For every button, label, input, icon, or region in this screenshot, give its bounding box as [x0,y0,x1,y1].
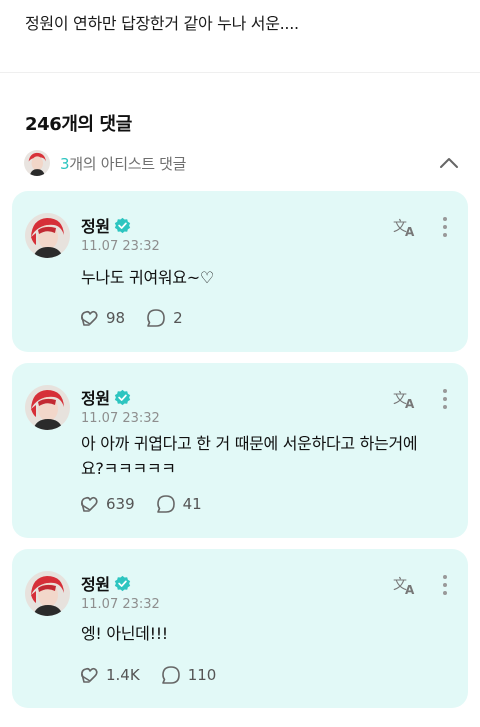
reply-icon[interactable] [160,664,182,686]
artist-comments-text: 개의 아티스트 댓글 [69,154,187,173]
comment-line: 엥! 아닌데!!! [81,624,168,643]
author-row: 정원 [81,571,131,595]
translate-icon[interactable]: 文 A [393,216,417,238]
comment-body: 누나도 귀여워요~♡ [81,265,461,290]
artist-comments-label: 3개의 아티스트 댓글 [60,153,186,174]
artist-comment-card: 정원 11.07 23:32 文 A 엥! 아닌데!!! 1.4K 110 [12,549,468,708]
author-name[interactable]: 정원 [81,385,110,409]
chevron-up-icon[interactable] [438,153,460,173]
artist-comments-toggle[interactable]: 3개의 아티스트 댓글 [24,149,460,177]
comments-count-title: 246개의 댓글 [25,114,132,135]
more-vertical-icon[interactable] [440,387,450,411]
reply-icon[interactable] [155,493,177,515]
verified-badge-icon [114,575,130,591]
comment-date: 11.07 23:32 [81,239,160,254]
like-icon[interactable] [78,493,100,515]
like-count: 639 [106,495,135,513]
comment-line: 요?ㅋㅋㅋㅋㅋ [81,459,176,478]
avatar[interactable] [25,385,70,430]
like-count: 1.4K [106,666,140,684]
translate-icon[interactable]: 文 A [393,574,417,596]
reply-count: 41 [182,495,202,513]
avatar[interactable] [25,213,70,258]
reply-count: 2 [173,309,183,327]
comment-actions: 639 41 [78,493,222,515]
comment-date: 11.07 23:32 [81,597,160,612]
more-vertical-icon[interactable] [440,573,450,597]
divider [0,72,480,73]
like-icon[interactable] [78,307,100,329]
verified-badge-icon [114,389,130,405]
artist-avatar [24,150,50,176]
like-count: 98 [106,309,126,327]
author-row: 정원 [81,213,131,237]
avatar[interactable] [25,571,70,616]
author-row: 정원 [81,385,131,409]
author-name[interactable]: 정원 [81,213,110,237]
more-vertical-icon[interactable] [440,215,450,239]
svg-text:A: A [405,225,415,238]
comment-date: 11.07 23:32 [81,411,160,426]
reply-icon[interactable] [145,307,167,329]
comment-actions: 1.4K 110 [78,664,236,686]
artist-comments-count: 3 [60,154,70,173]
verified-badge-icon [114,217,130,233]
svg-text:A: A [405,397,415,410]
reply-count: 110 [187,666,217,684]
svg-text:A: A [405,583,415,596]
artist-comment-card: 정원 11.07 23:32 文 A 누나도 귀여워요~♡ 98 2 [12,191,468,352]
translate-icon[interactable]: 文 A [393,388,417,410]
comment-body: 엥! 아닌데!!! [81,621,461,646]
author-name[interactable]: 정원 [81,571,110,595]
artist-comment-card: 정원 11.07 23:32 文 A 아 아까 귀엽다고 한 거 때문에 서운하… [12,363,468,538]
comment-body: 아 아까 귀엽다고 한 거 때문에 서운하다고 하는거에요?ㅋㅋㅋㅋㅋ [81,431,461,481]
comment-line: 아 아까 귀엽다고 한 거 때문에 서운하다고 하는거에 [81,434,418,453]
like-icon[interactable] [78,664,100,686]
comment-line: 누나도 귀여워요~♡ [81,268,214,287]
post-text: 정원이 연하만 답장한거 같아 누나 서운.... [25,14,299,33]
comment-actions: 98 2 [78,307,203,329]
